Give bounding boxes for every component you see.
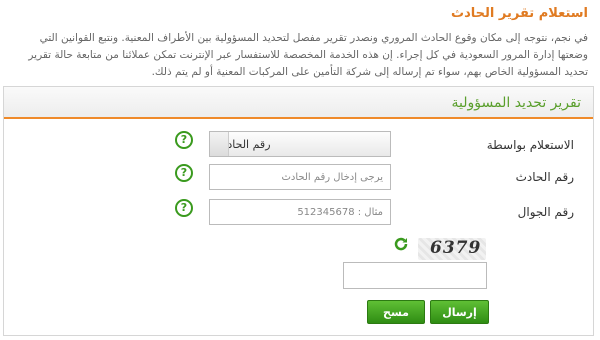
- inquiry-by-select[interactable]: رقم الحادث: [209, 131, 391, 157]
- refresh-captcha-icon[interactable]: [393, 236, 409, 252]
- panel-title: تقرير تحديد المسؤولية: [451, 95, 581, 111]
- inquiry-by-label: الاستعلام بواسطة: [486, 138, 574, 152]
- submit-button[interactable]: إرسال: [430, 300, 489, 324]
- page-title: استعلام تقرير الحادث: [451, 6, 588, 21]
- select-handle[interactable]: [210, 132, 229, 156]
- mobile-label: رقم الجوال: [517, 205, 574, 219]
- clear-button[interactable]: مسح: [367, 300, 425, 324]
- captcha-code: 6379: [430, 238, 482, 258]
- captcha-input[interactable]: [343, 262, 487, 289]
- help-icon[interactable]: ?: [175, 199, 193, 217]
- mobile-input[interactable]: [209, 199, 391, 225]
- accident-number-label: رقم الحادث: [515, 170, 574, 184]
- accident-number-input[interactable]: [209, 164, 391, 190]
- intro-text: في نجم، نتوجه إلى مكان وقوع الحادث المرو…: [28, 32, 588, 78]
- help-icon[interactable]: ?: [175, 131, 193, 149]
- help-icon[interactable]: ?: [175, 164, 193, 182]
- panel-header: تقرير تحديد المسؤولية: [4, 87, 593, 119]
- captcha-image: 6379: [418, 238, 486, 260]
